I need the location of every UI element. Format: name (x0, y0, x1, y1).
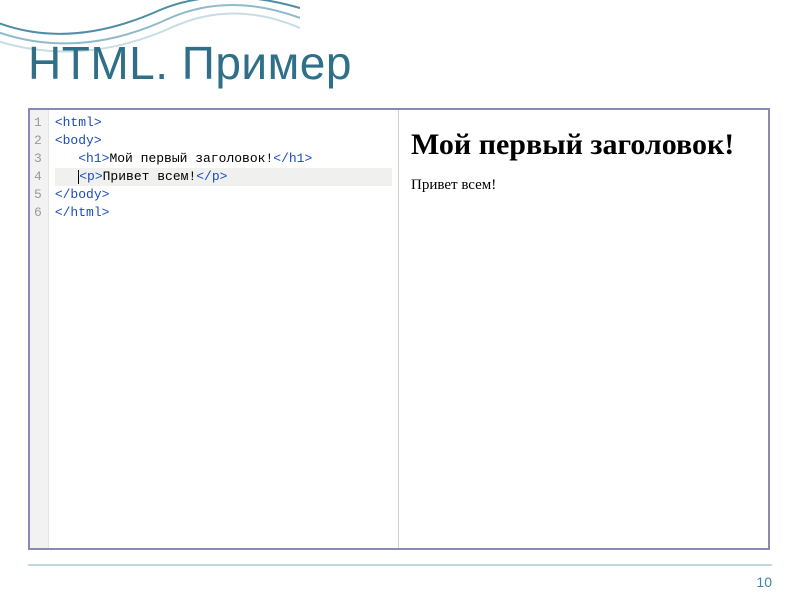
render-pane: Мой первый заголовок! Привет всем! (399, 110, 768, 548)
code-line: <html> (55, 114, 392, 132)
code-line: </html> (55, 204, 392, 222)
page-number: 10 (756, 574, 772, 590)
line-gutter: 123456 (30, 110, 49, 548)
code-lines: <html><body> <h1>Мой первый заголовок!</… (49, 110, 398, 548)
code-line: <body> (55, 132, 392, 150)
rendered-paragraph: Привет всем! (411, 177, 756, 194)
code-editor-pane: 123456 <html><body> <h1>Мой первый загол… (30, 110, 399, 548)
code-line: <p>Привет всем!</p> (55, 168, 392, 186)
code-line: <h1>Мой первый заголовок!</h1> (55, 150, 392, 168)
rendered-heading: Мой первый заголовок! (411, 128, 756, 163)
content-frame: 123456 <html><body> <h1>Мой первый загол… (28, 108, 770, 550)
slide: HTML. Пример 123456 <html><body> <h1>Мой… (0, 0, 800, 600)
slide-title: HTML. Пример (28, 36, 352, 90)
footer-rule (28, 564, 772, 566)
code-line: </body> (55, 186, 392, 204)
